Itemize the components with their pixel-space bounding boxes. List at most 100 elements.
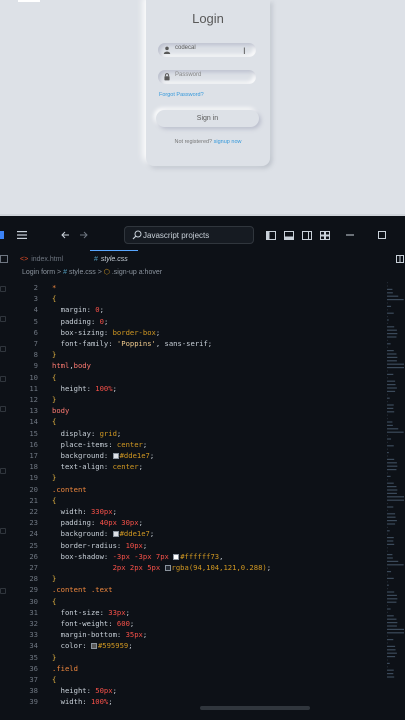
line-number: 2 <box>33 283 38 292</box>
color-swatch[interactable] <box>164 565 171 571</box>
code-token: ; <box>116 428 122 438</box>
code-token: 'Poppins' <box>116 339 156 348</box>
text-cursor-icon: I <box>243 47 246 57</box>
code-line[interactable]: 10 { <box>0 372 380 383</box>
code-line[interactable]: 31 font-size: 33px; <box>0 607 380 618</box>
code-line[interactable]: 30 { <box>0 596 380 607</box>
minimap-line <box>387 530 390 532</box>
color-swatch[interactable] <box>112 453 119 459</box>
breadcrumb-folder[interactable]: Login form <box>22 269 55 276</box>
code-line[interactable]: 27 2px 2px 5px rgba(94,104,121,0.288); <box>0 562 380 573</box>
code-line[interactable]: 23 padding: 40px 30px; <box>0 517 380 528</box>
code-line[interactable]: 40 display: flex; <box>0 708 380 710</box>
customize-layout-icon[interactable] <box>319 224 331 246</box>
code-line[interactable]: 15 display: grid; <box>0 428 380 439</box>
maximize-icon[interactable] <box>376 224 388 246</box>
code-token: flex <box>100 709 117 710</box>
color-swatch[interactable] <box>90 643 97 650</box>
explorer-activity-icon[interactable] <box>0 250 10 268</box>
menu-icon[interactable] <box>14 224 30 246</box>
tab-label: index.html <box>31 255 64 263</box>
toggle-panel-icon[interactable] <box>283 224 295 246</box>
minimap[interactable] <box>386 280 405 710</box>
breadcrumb-file[interactable]: style.css <box>69 269 96 276</box>
code-text: .field <box>52 663 78 674</box>
line-number: 16 <box>29 439 38 449</box>
line-number: 12 <box>29 395 38 404</box>
code-line[interactable]: 38 height: 50px; <box>0 685 380 696</box>
forward-arrow-icon[interactable] <box>76 224 90 246</box>
code-line[interactable]: 39 width: 100%; <box>0 696 380 707</box>
code-line[interactable]: 28} <box>0 573 380 584</box>
minimize-icon[interactable] <box>344 224 356 246</box>
password-placeholder: Password <box>175 72 202 78</box>
tab-style-css[interactable]: # style.css <box>90 250 138 268</box>
code-line[interactable]: 2 * <box>0 282 380 293</box>
code-token: { <box>52 372 57 382</box>
code-line[interactable]: 14 { <box>0 416 380 427</box>
code-line[interactable]: 32 font-weight: 600; <box>0 618 380 629</box>
code-line[interactable]: 35} <box>0 652 380 663</box>
code-line[interactable]: 8} <box>0 349 380 360</box>
code-token: } <box>52 350 57 360</box>
code-line[interactable]: 24 background: #dde1e7; <box>0 528 380 539</box>
code-text: background: #dde1e7; <box>52 450 155 461</box>
code-line[interactable]: 33 margin-bottom: 35px; <box>0 629 380 640</box>
password-field[interactable]: Password <box>158 70 256 84</box>
code-line[interactable]: 34 color: #595959; <box>0 640 380 651</box>
code-token: 40px 30px <box>99 518 139 528</box>
minimap-line <box>387 639 394 641</box>
code-token: padding: <box>52 316 100 326</box>
code-token: 10px <box>125 540 143 550</box>
code-line[interactable]: 25 border-radius: 10px; <box>0 540 380 551</box>
code-area[interactable]: 2 * 3{4 margin: 0; 5 padding: 0; 6 box-sizin… <box>0 282 380 710</box>
split-editor-icon[interactable] <box>396 250 405 268</box>
line-number: 30 <box>29 596 38 606</box>
code-line[interactable]: 20 .content <box>0 484 380 495</box>
code-line[interactable]: 16 place-items: center; <box>0 439 380 450</box>
code-token: ; <box>149 529 155 539</box>
sign-in-button[interactable]: Sign in <box>156 110 259 127</box>
breadcrumb-symbol[interactable]: .sign-up a:hover <box>112 269 162 276</box>
toggle-sidebar-icon[interactable] <box>265 224 277 246</box>
code-line[interactable]: 26 box-shadow: -3px -3px 7px #ffffff73, <box>0 551 380 562</box>
color-swatch[interactable] <box>173 553 180 560</box>
toggle-secondary-sidebar-icon[interactable] <box>301 224 313 246</box>
code-line[interactable]: 9 html,body <box>0 360 380 371</box>
signup-link[interactable]: signup now <box>214 139 242 145</box>
line-number: 26 <box>29 551 38 561</box>
code-text: font-weight: 600; <box>52 618 135 629</box>
code-line[interactable]: 12} <box>0 394 380 405</box>
horizontal-scrollbar[interactable] <box>200 706 310 710</box>
username-field[interactable]: codecal <box>158 43 256 57</box>
minimap-line <box>387 584 389 586</box>
code-line[interactable]: 13 body <box>0 405 380 416</box>
code-line[interactable]: 5 padding: 0; <box>0 316 380 327</box>
code-line[interactable]: 36 .field <box>0 663 380 674</box>
code-line[interactable]: 4 margin: 0; <box>0 304 380 315</box>
code-line[interactable]: 6 box-sizing: border-box; <box>0 327 380 338</box>
minimap-line <box>387 649 396 651</box>
tab-index-html[interactable]: <> index.html <box>20 250 90 268</box>
code-text: html,body <box>52 360 91 371</box>
username-value: codecal <box>175 45 196 51</box>
code-line[interactable]: 19} <box>0 472 380 483</box>
code-line[interactable]: 29 .content .text <box>0 584 380 595</box>
minimap-line <box>387 404 394 406</box>
forgot-password-link[interactable]: Forgot Password? <box>159 92 204 98</box>
code-line[interactable]: 18 text-align: center; <box>0 461 380 472</box>
code-line[interactable]: 7 font-family: 'Poppins', sans-serif; <box>0 338 380 349</box>
command-search-box[interactable]: Javascript projects <box>124 226 254 244</box>
back-arrow-icon[interactable] <box>58 224 72 246</box>
code-line[interactable]: 11 height: 100%; <box>0 383 380 394</box>
code-line[interactable]: 37 { <box>0 674 380 685</box>
minimap-line <box>387 353 397 355</box>
code-token: } <box>52 473 57 483</box>
code-line[interactable]: 22 width: 330px; <box>0 506 380 517</box>
color-swatch[interactable] <box>112 531 119 538</box>
code-line[interactable]: 3{ <box>0 293 380 304</box>
code-line[interactable]: 17 background: #dde1e7; <box>0 450 380 461</box>
minimap-line <box>387 350 394 352</box>
line-number: 14 <box>29 417 38 427</box>
code-line[interactable]: 21 { <box>0 495 380 506</box>
